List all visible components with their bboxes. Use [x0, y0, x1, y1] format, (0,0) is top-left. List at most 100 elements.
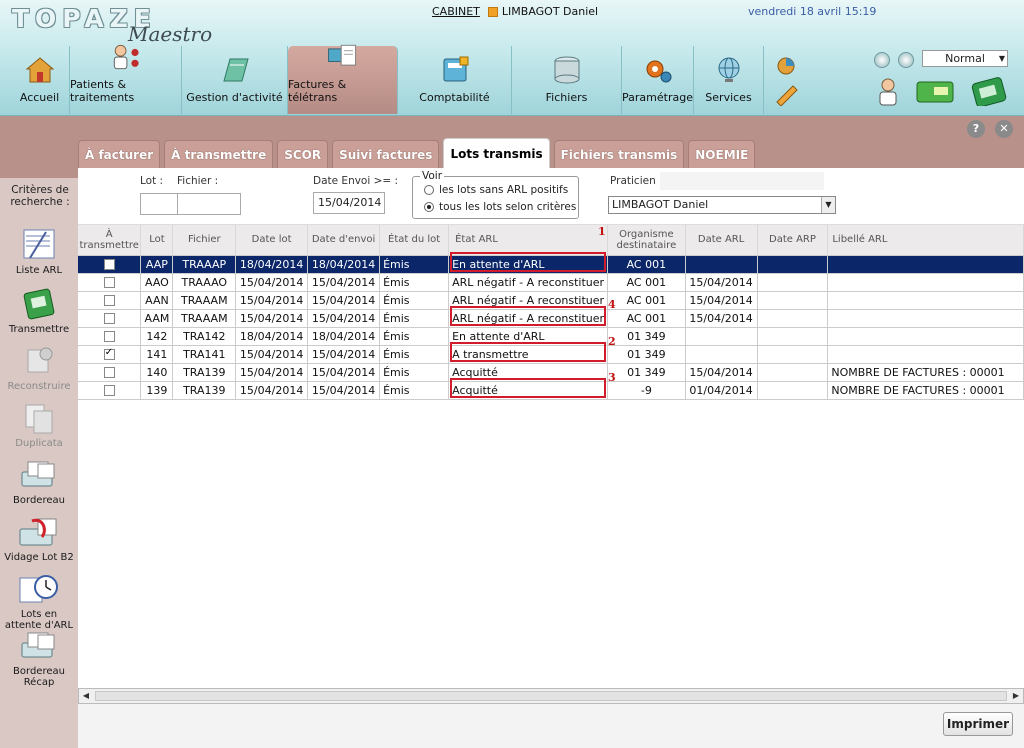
tab-lots-transmis[interactable]: Lots transmis — [443, 138, 550, 168]
bordereau-button[interactable]: Bordereau — [4, 458, 74, 506]
cell-date-arp — [757, 291, 829, 310]
doctor-icon[interactable] — [876, 78, 900, 106]
col-date-lot[interactable]: Date lot — [235, 225, 309, 256]
vidage-lot-button[interactable]: Vidage Lot B2 — [4, 515, 74, 563]
cell-etat-lot: Émis — [379, 345, 450, 364]
nav-services[interactable]: Services — [694, 46, 764, 114]
patients-icon — [108, 42, 144, 72]
cell-date-envoi: 15/04/2014 — [307, 345, 381, 364]
table-row[interactable]: 142 TRA142 18/04/2014 18/04/2014 Émis En atte… — [78, 327, 1024, 346]
col-organisme[interactable]: Organisme destinataire — [607, 225, 686, 256]
cell-etat-lot: Émis — [379, 291, 450, 310]
table-row[interactable]: AAM TRAAAM 15/04/2014 15/04/2014 Émis ARL nég… — [78, 309, 1024, 328]
row-checkbox[interactable] — [103, 277, 115, 288]
nav-tools — [764, 46, 808, 114]
scroll-right-icon[interactable]: ▶ — [1009, 689, 1023, 703]
nav-factures[interactable]: Factures & télétrans — [288, 44, 398, 114]
plus-zoom-icon[interactable] — [898, 52, 914, 68]
criteria-label: Critères de recherche : — [10, 184, 70, 208]
tab-fichiers-transmis[interactable]: Fichiers transmis — [553, 140, 685, 168]
col-date-arp[interactable]: Date ARP — [757, 225, 829, 256]
scroll-thumb[interactable] — [95, 691, 1007, 701]
bordereau-recap-button[interactable]: Bordereau Récap — [4, 629, 74, 688]
col-a-transmettre[interactable]: À transmettre — [78, 225, 142, 256]
print-button[interactable]: Imprimer — [943, 712, 1013, 736]
tab-suivi-factures[interactable]: Suivi factures — [332, 140, 440, 168]
row-checkbox[interactable] — [103, 295, 115, 306]
row-checkbox[interactable] — [103, 313, 115, 324]
nav-label: Comptabilité — [419, 91, 490, 104]
cell-lot: 139 — [140, 381, 174, 400]
col-date-envoi[interactable]: Date d'envoi — [307, 225, 381, 256]
bordereau-icon — [12, 458, 66, 492]
cell-date-lot: 15/04/2014 — [235, 345, 309, 364]
nav-parametrage[interactable]: Paramétrage — [622, 46, 694, 114]
row-checkbox[interactable] — [103, 331, 115, 342]
cell-date-arl: 01/04/2014 — [685, 381, 758, 400]
table-row[interactable]: AAN TRAAAM 15/04/2014 15/04/2014 Émis ARL nég… — [78, 291, 1024, 310]
cell-date-envoi: 15/04/2014 — [307, 381, 381, 400]
horizontal-scrollbar[interactable]: ◀ ▶ — [78, 688, 1024, 704]
praticien-select[interactable]: LIMBAGOT Daniel ▼ — [608, 196, 836, 214]
col-etat-lot[interactable]: État du lot — [379, 225, 450, 256]
side-btn-label: Lots en attente d'ARL — [4, 609, 74, 631]
lot-input[interactable] — [140, 193, 178, 215]
content-panel: Lot : Fichier : Date Envoi >= : 15/04/20… — [78, 168, 1024, 748]
reconstruire-button[interactable]: Reconstruire — [4, 344, 74, 392]
vitale-card-icon[interactable] — [916, 80, 954, 104]
help-icon[interactable]: ? — [967, 120, 985, 138]
cell-etat-arl: ARL négatif - A reconstituer — [448, 291, 609, 310]
table-row[interactable]: AAO TRAAAO 15/04/2014 15/04/2014 Émis ARL nég… — [78, 273, 1024, 292]
radio-lots-sans-arl[interactable]: les lots sans ARL positifs — [424, 184, 568, 196]
tab-a-transmettre[interactable]: À transmettre — [164, 140, 274, 168]
minus-zoom-icon[interactable] — [874, 52, 890, 68]
cell-etat-arl: ARL négatif - A reconstituer — [448, 273, 609, 292]
nav-patients[interactable]: Patients & traitements — [70, 44, 182, 114]
row-checkbox[interactable] — [103, 367, 115, 378]
col-fichier[interactable]: Fichier — [172, 225, 237, 256]
radio-tous-les-lots[interactable]: tous les lots selon critères — [424, 201, 576, 213]
nav-accueil[interactable]: Accueil — [10, 46, 70, 114]
tab-scor[interactable]: SCOR — [277, 140, 329, 168]
nav-fichiers[interactable]: Fichiers — [512, 46, 622, 114]
tab-a-facturer[interactable]: À facturer — [78, 140, 161, 168]
close-icon[interactable]: ✕ — [995, 120, 1013, 138]
zoom-select[interactable]: Normal ▼ — [922, 50, 1008, 67]
chart-tool-icon[interactable] — [771, 54, 801, 78]
annotation-number-3: 3 — [608, 371, 616, 384]
table-row[interactable]: 139 TRA139 15/04/2014 15/04/2014 Émis Acquitt… — [78, 381, 1024, 400]
duplicata-button[interactable]: Duplicata — [4, 401, 74, 449]
table-row[interactable]: 141TRA14115/04/201415/04/2014ÉmisA trans… — [78, 345, 1024, 364]
lots-attente-arl-button[interactable]: Lots en attente d'ARL — [4, 572, 74, 631]
annotation-number-4: 4 — [608, 298, 616, 311]
annotation-number-1: 1 — [598, 225, 606, 238]
praticien-header-field — [660, 172, 824, 190]
col-lot[interactable]: Lot — [140, 225, 174, 256]
row-checkbox[interactable] — [103, 259, 115, 270]
duplicate-icon — [12, 401, 66, 435]
globe-icon — [711, 55, 747, 85]
radio-label: tous les lots selon critères — [439, 201, 577, 213]
cabinet-link[interactable]: CABINET — [432, 5, 480, 18]
cell-date-arl — [685, 345, 758, 364]
cell-fichier: TRA141 — [172, 345, 237, 364]
nav-gestion[interactable]: Gestion d'activité — [182, 46, 288, 114]
pencil-icon[interactable] — [771, 82, 801, 107]
scroll-left-icon[interactable]: ◀ — [79, 689, 93, 703]
col-date-arl[interactable]: Date ARL — [685, 225, 758, 256]
card-reader-icon[interactable] — [970, 76, 1010, 108]
row-checkbox[interactable] — [103, 347, 115, 360]
row-checkbox[interactable] — [103, 385, 115, 396]
transmettre-button[interactable]: Transmettre — [4, 287, 74, 335]
col-etat-arl[interactable]: État ARL — [448, 225, 609, 256]
nav-comptabilite[interactable]: Comptabilité — [398, 46, 512, 114]
table-row[interactable]: 140 TRA139 15/04/2014 15/04/2014 Émis Acquitt… — [78, 363, 1024, 382]
col-libelle-arl[interactable]: Libellé ARL — [827, 225, 1024, 256]
liste-arl-button[interactable]: Liste ARL — [4, 228, 74, 276]
table-row[interactable]: AAP TRAAAP 18/04/2014 18/04/2014 Émis En atte… — [78, 255, 1024, 274]
tab-noemie[interactable]: NOEMIE — [688, 140, 756, 168]
cell-etat-lot: Émis — [379, 363, 450, 382]
cell-date-arp — [757, 345, 829, 364]
date-envoi-input[interactable]: 15/04/2014 — [313, 192, 385, 214]
fichier-input[interactable] — [177, 193, 241, 215]
